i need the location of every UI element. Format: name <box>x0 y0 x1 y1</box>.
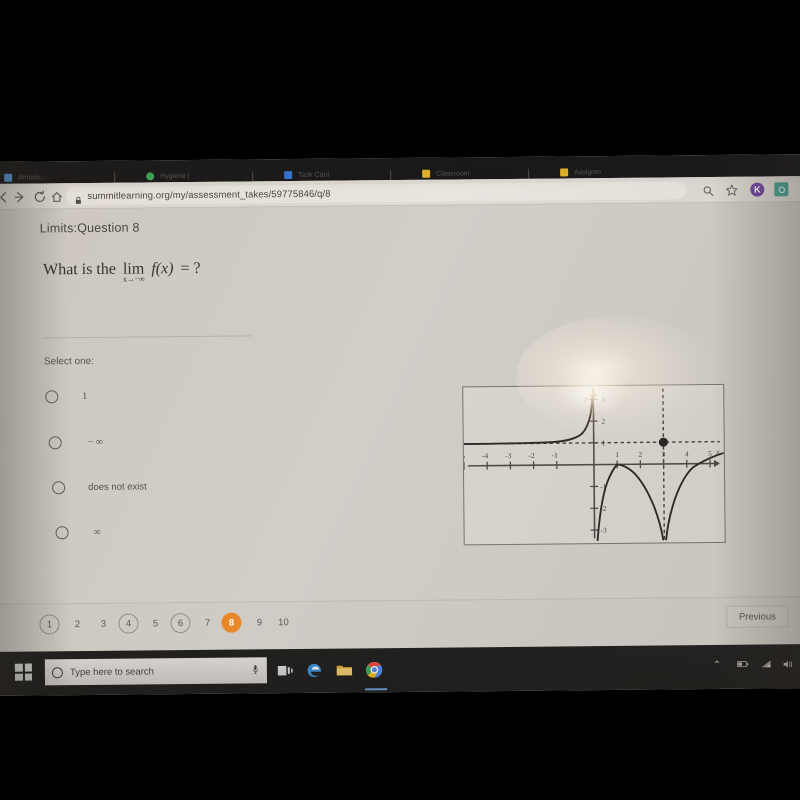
answer-option-label: ∞ <box>93 526 101 538</box>
browser-tab[interactable]: Assignm <box>574 167 601 178</box>
back-arrow-icon[interactable] <box>0 190 11 205</box>
function-graph-figure: -5 -4 -3 -2 -1 1 2 3 4 5 3 2 1 -1 <box>462 383 726 546</box>
lock-icon <box>74 192 82 204</box>
svg-text:-3: -3 <box>600 526 607 535</box>
url-text: summitlearning.org/my/assessment_takes/5… <box>87 188 331 202</box>
windows-start-icon[interactable] <box>14 663 32 681</box>
radio-button[interactable] <box>55 526 69 540</box>
svg-text:1: 1 <box>615 450 619 459</box>
windows-taskbar: Type here to search ⌃ <box>0 644 800 696</box>
search-icon[interactable] <box>700 183 715 198</box>
answer-option-1[interactable]: 1 <box>45 390 88 404</box>
tab-favicon <box>4 173 13 182</box>
svg-text:3: 3 <box>662 450 666 459</box>
filled-point-3-1 <box>658 437 668 447</box>
tab-favicon <box>146 172 155 181</box>
page-button-4[interactable]: 4 <box>118 613 139 634</box>
page-button-9[interactable]: 9 <box>249 612 269 632</box>
browser-window: Athletic... Hygiene | Task Card Classroo… <box>0 154 800 696</box>
tab-favicon <box>422 169 431 178</box>
battery-icon[interactable] <box>736 660 750 672</box>
answer-option-label: does not exist <box>88 481 147 494</box>
file-explorer-icon[interactable] <box>335 660 354 679</box>
reload-icon[interactable] <box>32 189 47 204</box>
microphone-icon[interactable] <box>252 661 260 679</box>
curve-left-branch <box>463 388 594 446</box>
star-icon[interactable] <box>724 183 739 198</box>
svg-text:-2: -2 <box>528 451 535 460</box>
extension-icon-secondary[interactable] <box>774 182 789 197</box>
page-button-6[interactable]: 6 <box>170 613 191 634</box>
tab-separator <box>114 172 116 183</box>
browser-tab[interactable]: Classroom <box>436 168 470 179</box>
home-icon[interactable] <box>49 189 64 204</box>
svg-text:-4: -4 <box>482 451 489 460</box>
answer-option-label: 1 <box>82 391 88 403</box>
svg-text:-5: -5 <box>463 451 465 460</box>
x-axis-arrow <box>713 459 720 468</box>
page-button-8-current[interactable]: 8 <box>221 612 242 633</box>
page-button-5[interactable]: 5 <box>145 613 165 633</box>
tab-favicon <box>284 171 293 180</box>
cortana-circle-icon <box>51 666 63 678</box>
task-view-icon[interactable] <box>276 661 295 680</box>
forward-arrow-icon[interactable] <box>12 190 27 205</box>
search-placeholder: Type here to search <box>69 665 154 678</box>
tab-separator <box>390 170 392 181</box>
function-notation: f(x) <box>151 260 174 278</box>
tab-favicon <box>560 168 569 177</box>
svg-text:-3: -3 <box>505 451 512 460</box>
edge-icon[interactable] <box>305 661 324 680</box>
show-hidden-icons-chevron-up-icon[interactable]: ⌃ <box>713 660 721 671</box>
radio-button[interactable] <box>52 481 66 495</box>
question-pagination-bar: 1 2 3 4 5 6 7 8 9 10 Previous <box>0 596 800 652</box>
extension-icon-k[interactable]: K <box>750 182 765 197</box>
browser-tab[interactable]: Hygiene | <box>160 171 190 182</box>
graph-svg: -5 -4 -3 -2 -1 1 2 3 4 5 3 2 1 -1 <box>463 388 724 542</box>
laptop-screen-photo: Athletic... Hygiene | Task Card Classroo… <box>0 0 800 800</box>
address-bar[interactable]: summitlearning.org/my/assessment_takes/5… <box>66 181 687 206</box>
browser-tab[interactable]: Athletic... <box>18 172 47 183</box>
page-button-2[interactable]: 2 <box>67 614 87 634</box>
wifi-icon[interactable] <box>761 659 772 671</box>
limit-operator: lim x→−∞ <box>123 260 145 283</box>
limit-subscript: x→−∞ <box>122 274 145 284</box>
question-text: What is the lim x→−∞ f(x) = ? <box>42 259 201 284</box>
question-suffix: = ? <box>180 259 201 278</box>
curve-middle-branch <box>596 463 665 542</box>
page-button-1[interactable]: 1 <box>39 614 60 635</box>
previous-button[interactable]: Previous <box>726 605 789 628</box>
page-title: Limits:Question 8 <box>39 220 140 236</box>
section-divider <box>43 335 252 339</box>
chrome-icon[interactable] <box>365 660 384 679</box>
answer-option-3[interactable]: does not exist <box>52 480 147 495</box>
search-input[interactable]: Type here to search <box>44 657 268 686</box>
svg-text:1: 1 <box>602 438 606 447</box>
answer-option-label: − ∞ <box>87 436 104 449</box>
browser-tab[interactable]: Task Card <box>298 170 330 181</box>
svg-text:y: y <box>584 393 589 402</box>
svg-text:2: 2 <box>601 417 605 426</box>
answer-option-2[interactable]: − ∞ <box>48 436 104 450</box>
radio-button[interactable] <box>48 436 62 450</box>
active-app-indicator <box>365 688 388 691</box>
page-button-7[interactable]: 7 <box>197 613 217 633</box>
page-button-10[interactable]: 10 <box>273 612 293 632</box>
y-axis <box>592 392 596 539</box>
svg-text:3: 3 <box>601 395 605 404</box>
tab-separator <box>252 171 254 182</box>
answer-option-4[interactable]: ∞ <box>55 526 101 540</box>
volume-icon[interactable] <box>783 659 794 672</box>
page-button-3[interactable]: 3 <box>93 614 113 634</box>
svg-text:4: 4 <box>685 449 689 458</box>
svg-text:-1: -1 <box>552 451 559 460</box>
question-prefix: What is the <box>42 260 117 279</box>
assessment-page: Limits:Question 8 What is the lim x→−∞ f… <box>0 202 800 604</box>
tab-separator <box>528 168 530 179</box>
x-axis <box>467 462 719 467</box>
radio-button[interactable] <box>45 390 59 404</box>
select-one-prompt: Select one: <box>43 355 95 368</box>
svg-text:2: 2 <box>638 450 642 459</box>
